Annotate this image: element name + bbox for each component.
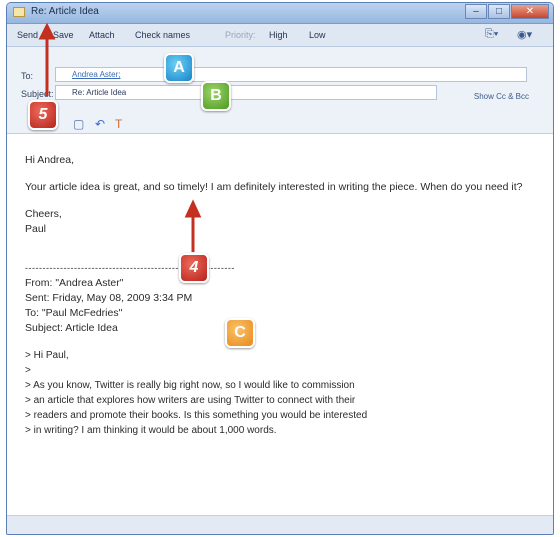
arrow-4-head (184, 199, 202, 218)
callout-arrows (38, 22, 202, 252)
callout-c-badge: C (225, 318, 255, 348)
callout-b-badge: B (201, 81, 231, 111)
callout-a-badge: A (164, 53, 194, 83)
callout-4-badge: 4 (179, 253, 209, 283)
arrow-5-head (38, 22, 56, 40)
callout-5-badge: 5 (28, 100, 58, 130)
